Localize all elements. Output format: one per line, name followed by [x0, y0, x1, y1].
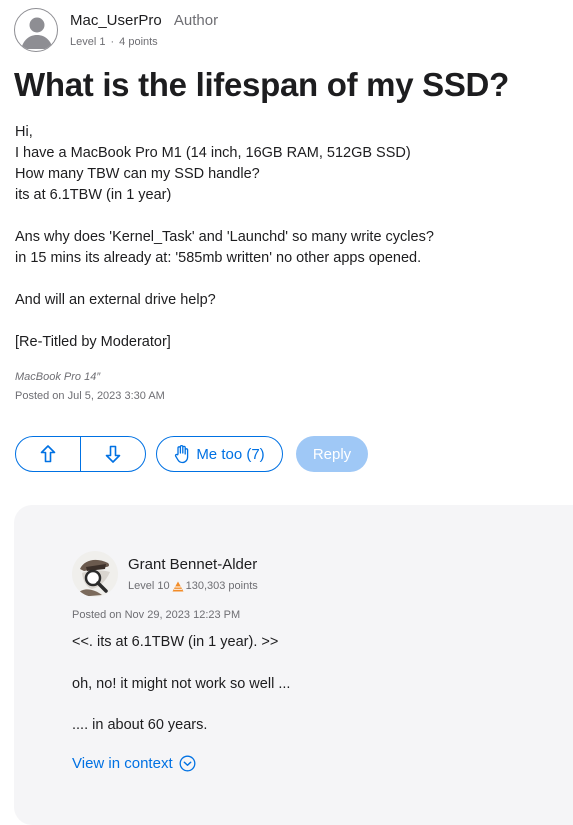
chevron-down-circle-icon — [179, 755, 196, 772]
hand-icon — [175, 445, 189, 464]
device-label: MacBook Pro 14″ — [15, 371, 101, 383]
view-in-context-label: View in context — [72, 755, 173, 772]
question-line: Hi, — [15, 124, 33, 140]
question-line: its at 6.1TBW (in 1 year) — [15, 187, 172, 203]
author-name[interactable]: Mac_UserPro — [70, 12, 162, 29]
detective-magnifier-icon[interactable] — [72, 551, 118, 597]
question-paragraph: Ans why does 'Kernel_Task' and 'Launchd'… — [15, 227, 560, 269]
author-points: 4 points — [119, 36, 158, 48]
downvote-button[interactable] — [81, 437, 145, 471]
arrow-up-icon — [40, 445, 56, 463]
question-paragraph: Hi, I have a MacBook Pro M1 (14 inch, 16… — [15, 122, 560, 206]
author-badge: Author — [173, 12, 219, 29]
question-author: Mac_UserPro Author Level 1 · 4 points — [14, 8, 218, 52]
question-paragraph: And will an external drive help? — [15, 290, 560, 311]
answer-card: Grant Bennet-Alder Level 10 130,303 poin… — [14, 505, 573, 825]
author-level: Level 1 — [70, 36, 106, 48]
question-line: Ans why does 'Kernel_Task' and 'Launchd'… — [15, 229, 434, 245]
vote-group — [15, 436, 146, 472]
answer-paragraph: oh, no! it might not work so well ... — [72, 676, 291, 692]
level-pyramid-icon — [172, 581, 184, 591]
question-posted-date: Posted on Jul 5, 2023 3:30 AM — [15, 390, 165, 402]
answer-author-name[interactable]: Grant Bennet-Alder — [128, 556, 258, 573]
question-author-meta: Mac_UserPro Author Level 1 · 4 points — [70, 12, 218, 48]
question-line: I have a MacBook Pro M1 (14 inch, 16GB R… — [15, 145, 411, 161]
question-body: Hi, I have a MacBook Pro M1 (14 inch, 16… — [15, 122, 560, 374]
answer-paragraph: <<. its at 6.1TBW (in 1 year). >> — [72, 634, 279, 650]
question-line: in 15 mins its already at: '585mb writte… — [15, 250, 422, 266]
meta-separator: · — [110, 36, 115, 48]
question-line: And will an external drive help? — [15, 292, 216, 308]
answer-author: Grant Bennet-Alder Level 10 130,303 poin… — [72, 551, 258, 597]
answer-author-level: Level 10 — [128, 580, 170, 592]
question-line: [Re-Titled by Moderator] — [15, 334, 171, 350]
default-user-icon[interactable] — [14, 8, 58, 52]
upvote-button[interactable] — [16, 437, 80, 471]
answer-author-points: 130,303 points — [185, 580, 258, 592]
question-paragraph: [Re-Titled by Moderator] — [15, 332, 560, 353]
page-title: What is the lifespan of my SSD? — [14, 66, 509, 103]
me-too-button[interactable]: Me too (7) — [156, 436, 283, 472]
me-too-label: Me too (7) — [196, 445, 265, 463]
question-line: How many TBW can my SSD handle? — [15, 166, 260, 182]
reply-button[interactable]: Reply — [296, 436, 368, 472]
answer-posted-date: Posted on Nov 29, 2023 12:23 PM — [72, 609, 241, 621]
arrow-down-icon — [105, 445, 121, 463]
view-in-context-link[interactable]: View in context — [72, 755, 196, 772]
answer-paragraph: .... in about 60 years. — [72, 717, 208, 733]
